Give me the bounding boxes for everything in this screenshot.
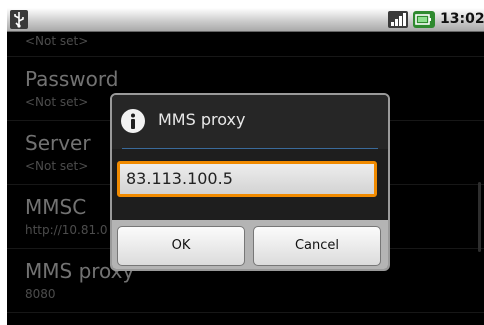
status-bar: 13:02 <box>7 8 484 32</box>
usb-icon <box>10 10 28 29</box>
dialog-header: MMS proxy <box>112 95 388 149</box>
info-icon <box>121 109 145 133</box>
cancel-button[interactable]: Cancel <box>253 226 381 266</box>
dialog-button-bar: OK Cancel <box>112 220 388 269</box>
phone-screen: 13:02 <Not set> Password <Not set> Serve… <box>7 8 484 325</box>
status-clock: 13:02 <box>440 11 484 27</box>
ok-button[interactable]: OK <box>117 226 245 266</box>
signal-icon <box>388 11 408 28</box>
dialog-body: 83.113.100.5 <box>112 149 388 221</box>
dialog-title: MMS proxy <box>158 110 246 129</box>
battery-icon <box>413 11 435 28</box>
mms-proxy-dialog: MMS proxy 83.113.100.5 OK Cancel <box>110 93 390 271</box>
mms-proxy-input[interactable]: 83.113.100.5 <box>117 161 377 197</box>
